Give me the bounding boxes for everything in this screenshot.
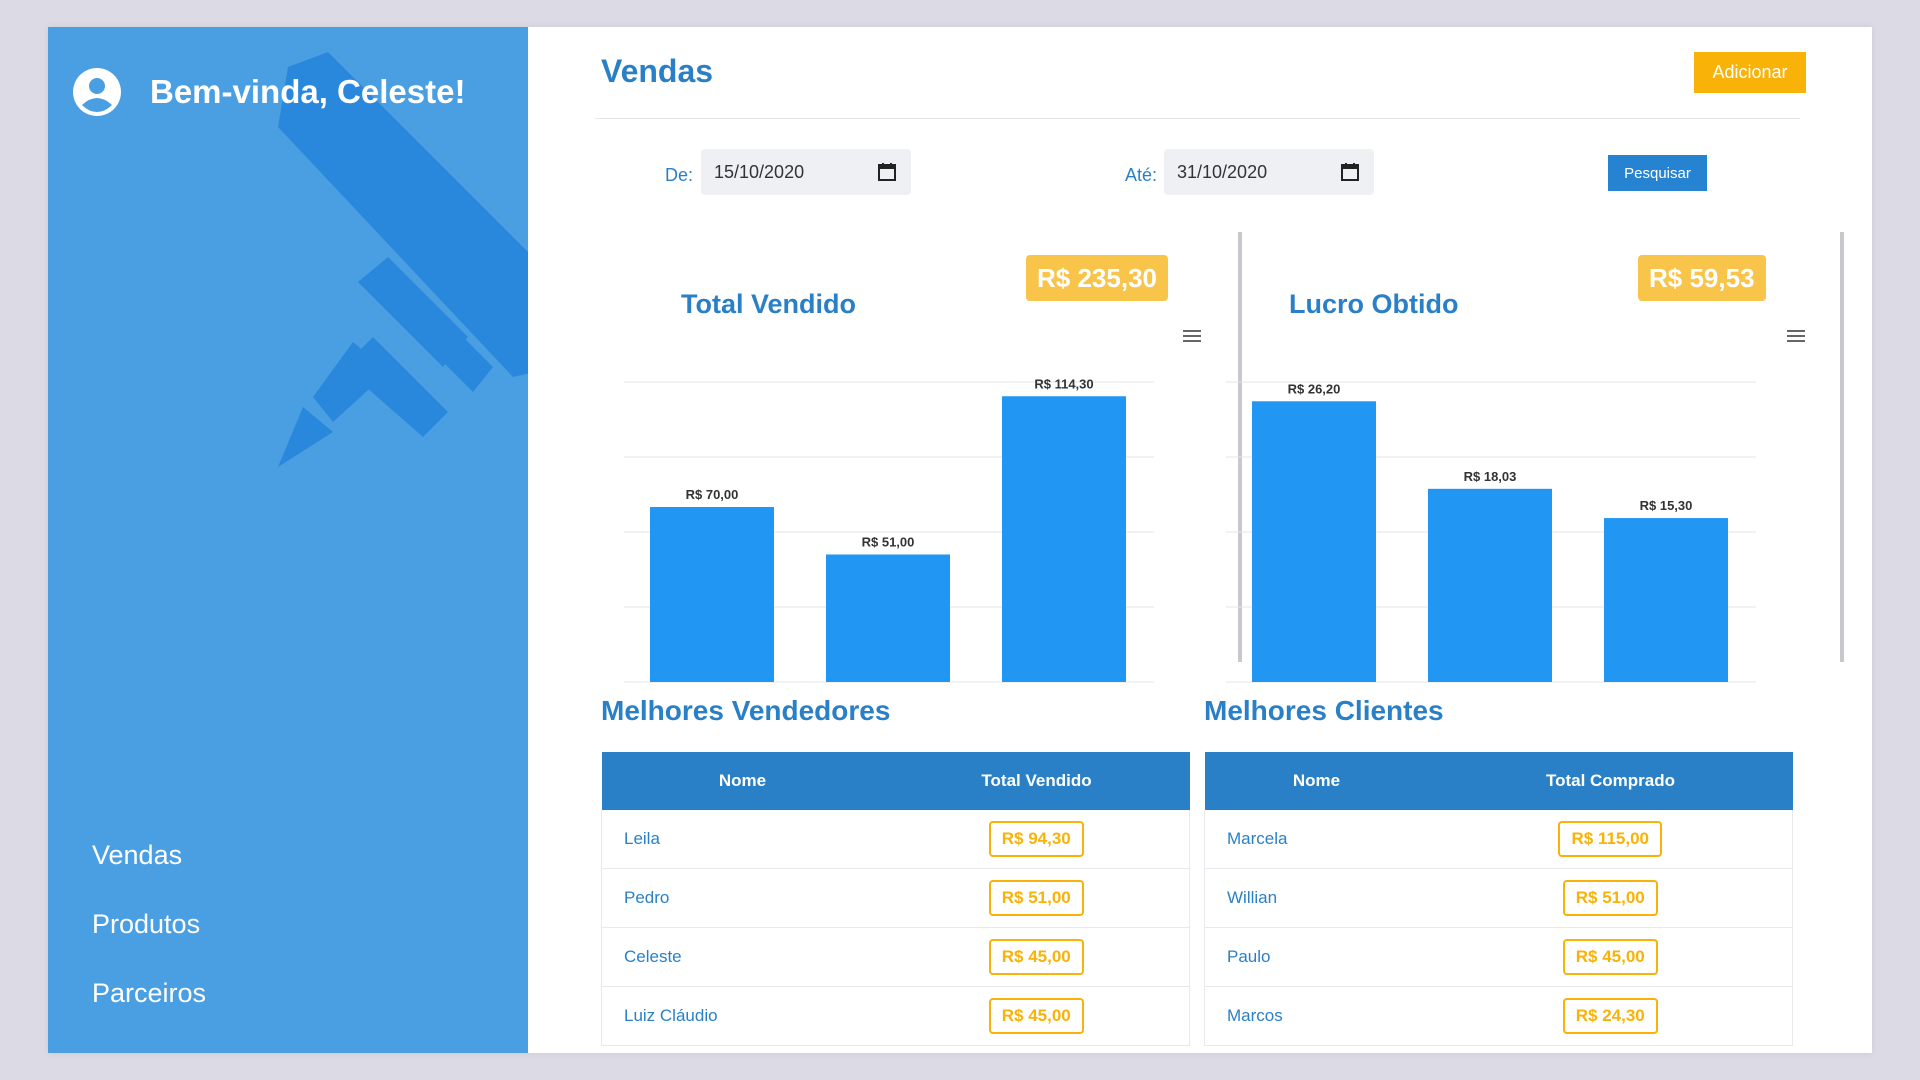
app-window: Bem-vinda, Celeste! Vendas Produtos Parc… <box>48 27 1872 1053</box>
client-name: Marcela <box>1204 810 1429 869</box>
clients-table: Nome Total Comprado Marcela R$ 115,00 Wi… <box>1204 752 1793 1046</box>
add-button[interactable]: Adicionar <box>1694 52 1806 93</box>
to-label: Até: <box>1125 165 1158 185</box>
sold-bar-chart: R$ 70,00 R$ 51,00 R$ 114,30 <box>624 376 1154 683</box>
seller-name: Pedro <box>601 868 884 928</box>
sold-title: Total Vendido <box>681 289 856 319</box>
table-row: Marcela R$ 115,00 <box>1204 810 1793 869</box>
column-header: Total Vendido <box>883 752 1190 810</box>
to-date-input[interactable]: 31/10/2020 <box>1164 149 1374 195</box>
from-label: De: <box>665 165 694 185</box>
sidebar-item-produtos[interactable]: Produtos <box>92 904 206 973</box>
search-button[interactable]: Pesquisar <box>1608 155 1707 191</box>
to-date-value: 31/10/2020 <box>1177 161 1268 182</box>
client-total: R$ 51,00 <box>1562 880 1658 916</box>
sold-total-badge: R$ 235,30 <box>1026 255 1168 301</box>
table-row: Celeste R$ 45,00 <box>601 927 1190 987</box>
from-date-input[interactable]: 15/10/2020 <box>701 149 911 195</box>
chart-divider <box>1840 232 1844 662</box>
column-header: Total Comprado <box>1428 752 1793 810</box>
sidebar-item-vendas[interactable]: Vendas <box>92 835 206 904</box>
seller-name: Leila <box>601 810 884 869</box>
clients-title: Melhores Clientes <box>1204 695 1444 726</box>
client-total: R$ 24,30 <box>1562 998 1658 1034</box>
user-greeting: Bem-vinda, Celeste! <box>72 67 465 117</box>
chart-bar[interactable] <box>1252 401 1376 682</box>
seller-total: R$ 45,00 <box>988 939 1084 975</box>
table-row: Marcos R$ 24,30 <box>1204 986 1793 1046</box>
user-circle-icon <box>73 68 121 116</box>
calendar-icon[interactable] <box>1340 162 1360 182</box>
chart-menu-icon[interactable] <box>1787 329 1805 343</box>
column-header: Nome <box>1204 752 1429 810</box>
main-content: Vendas Adicionar De: 15/10/2020 Até: 31/… <box>528 27 1872 1053</box>
seller-total: R$ 45,00 <box>988 998 1084 1034</box>
column-header: Nome <box>601 752 884 810</box>
seller-total: R$ 94,30 <box>988 821 1084 857</box>
sidebar: Bem-vinda, Celeste! Vendas Produtos Parc… <box>48 27 528 1053</box>
sidebar-nav: Vendas Produtos Parceiros <box>92 835 206 1042</box>
bar-data-label: R$ 18,03 <box>1464 469 1517 484</box>
bar-data-label: R$ 26,20 <box>1288 381 1341 396</box>
chart-bar[interactable] <box>650 507 774 682</box>
chart-bar[interactable] <box>1002 396 1126 682</box>
bar-data-label: R$ 51,00 <box>862 535 915 550</box>
from-date-value: 15/10/2020 <box>714 161 805 182</box>
calendar-icon[interactable] <box>877 162 897 182</box>
sellers-table: Nome Total Vendido Leila R$ 94,30 Pedro … <box>601 752 1190 1046</box>
welcome-text: Bem-vinda, Celeste! <box>150 73 466 110</box>
client-total: R$ 115,00 <box>1558 821 1662 857</box>
sellers-title: Melhores Vendedores <box>601 695 891 726</box>
bar-data-label: R$ 70,00 <box>686 487 739 502</box>
sidebar-item-parceiros[interactable]: Parceiros <box>92 973 206 1042</box>
table-row: Paulo R$ 45,00 <box>1204 927 1793 987</box>
page-title: Vendas <box>601 53 714 89</box>
chart-bar[interactable] <box>1428 488 1552 682</box>
client-name: Willian <box>1204 868 1429 928</box>
seller-name: Luiz Cláudio <box>601 986 884 1046</box>
client-name: Paulo <box>1204 927 1429 987</box>
seller-name: Celeste <box>601 927 884 987</box>
profit-bar-chart: R$ 26,20 R$ 18,03 R$ 15,30 <box>1226 381 1756 683</box>
chart-menu-icon[interactable] <box>1183 329 1201 343</box>
table-row: Luiz Cláudio R$ 45,00 <box>601 986 1190 1046</box>
table-row: Leila R$ 94,30 <box>601 810 1190 869</box>
profit-title: Lucro Obtido <box>1289 289 1459 319</box>
client-name: Marcos <box>1204 986 1429 1046</box>
table-row: Pedro R$ 51,00 <box>601 868 1190 928</box>
client-total: R$ 45,00 <box>1562 939 1658 975</box>
profit-total-badge: R$ 59,53 <box>1638 255 1766 301</box>
chart-bar[interactable] <box>1604 518 1728 682</box>
header-divider <box>595 118 1800 119</box>
bar-data-label: R$ 114,30 <box>1034 376 1093 391</box>
bar-data-label: R$ 15,30 <box>1640 498 1693 513</box>
seller-total: R$ 51,00 <box>988 880 1084 916</box>
chart-bar[interactable] <box>826 554 950 683</box>
table-row: Willian R$ 51,00 <box>1204 868 1793 928</box>
